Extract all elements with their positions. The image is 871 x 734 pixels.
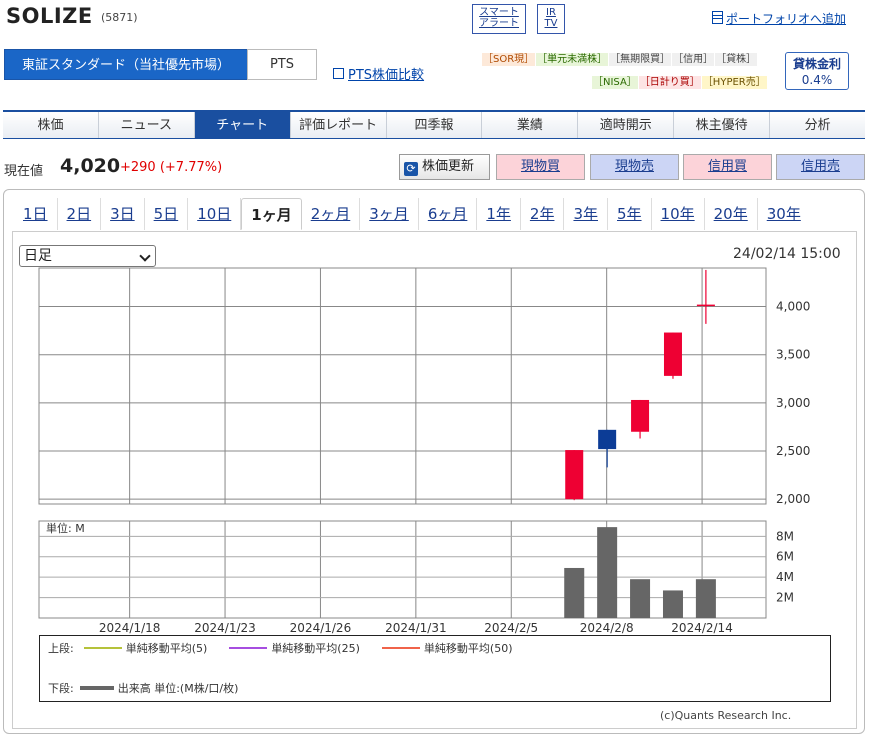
volume-bar (630, 579, 651, 618)
price-panel (38, 267, 767, 505)
volume-tick-label: 6M (776, 550, 794, 564)
price-tick-label: 4,000 (776, 300, 810, 314)
copyright: (c)Quants Research Inc. (660, 709, 792, 722)
legend-ma5-label: 単純移動平均(5) (125, 642, 208, 655)
x-axis-labels: 2024/1/18 2024/1/23 2024/1/26 2024/1/31 2024… (99, 621, 733, 635)
x-axis-label: 2024/2/8 (580, 621, 634, 635)
candle-body (598, 429, 617, 450)
price-tick-label: 3,500 (776, 348, 810, 362)
x-axis-label: 2024/1/23 (194, 621, 256, 635)
legend-lower-label: 下段: (48, 682, 74, 695)
candle-body (663, 332, 682, 376)
legend-lower: 下段: 出来高 単位:(M株/口/枚) (48, 680, 238, 696)
x-axis-label: 2024/2/5 (484, 621, 538, 635)
x-axis-label: 2024/1/31 (385, 621, 447, 635)
candle-body (565, 450, 584, 500)
x-axis-label: 2024/1/18 (99, 621, 161, 635)
legend-ma50: 単純移動平均(50) (376, 640, 513, 656)
volume-panel (38, 520, 767, 619)
volume-unit-label: 単位: M (46, 521, 85, 535)
volume-bar (662, 590, 683, 618)
price-tick-label: 2,500 (776, 444, 810, 458)
legend-upper-label: 上段: (48, 642, 74, 655)
volume-bar (564, 567, 585, 618)
legend-ma25-swatch (229, 647, 268, 649)
volume-tick-label: 2M (776, 591, 794, 605)
legend-volume-swatch (79, 686, 114, 690)
volume-tick-label: 8M (776, 529, 794, 543)
candle-body (696, 304, 715, 307)
price-tick-label: 2,000 (776, 492, 810, 506)
volume-bar (695, 579, 716, 618)
legend-ma25: 単純移動平均(25) (223, 640, 360, 656)
legend-ma5: 単純移動平均(5) (78, 640, 208, 656)
stock-chart: 4,000 3,500 3,000 2,500 2,000 8M 6M 4M 2M 単位: M… (38, 267, 810, 635)
volume-tick-label: 4M (776, 570, 794, 584)
legend-ma50-label: 単純移動平均(50) (423, 642, 513, 655)
x-axis-label: 2024/2/14 (671, 621, 733, 635)
volume-bar (597, 527, 618, 618)
x-axis-label: 2024/1/26 (290, 621, 352, 635)
legend-ma5-swatch (83, 647, 122, 649)
legend-volume-label: 出来高 単位:(M株/口/枚) (117, 682, 239, 695)
chart-legend: 上段: 単純移動平均(5) 単純移動平均(25) 単純移動平均(50) 下段: … (39, 635, 831, 702)
legend-ma50-swatch (381, 647, 420, 649)
price-tick-label: 3,000 (776, 396, 810, 410)
legend-upper: 上段: 単純移動平均(5) 単純移動平均(25) 単純移動平均(50) (48, 640, 529, 656)
legend-ma25-label: 単純移動平均(25) (271, 642, 360, 655)
candle-body (631, 399, 650, 432)
